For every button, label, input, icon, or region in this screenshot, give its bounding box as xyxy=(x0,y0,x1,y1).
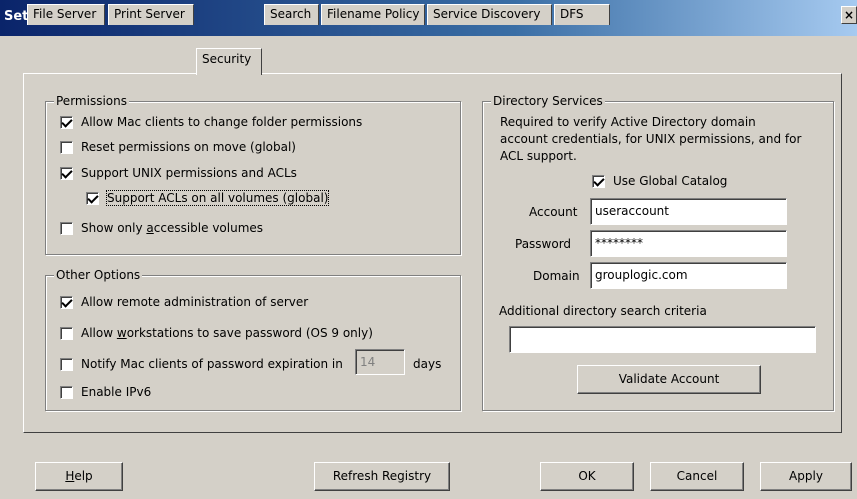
label-part: Allow xyxy=(81,326,117,340)
validate-account-button[interactable]: Validate Account xyxy=(577,365,761,394)
account-label: Account xyxy=(529,205,578,219)
save-password-label: Allow workstations to save password (OS … xyxy=(81,326,373,340)
tab-file-server[interactable]: File Server xyxy=(27,4,105,25)
checkbox-box[interactable] xyxy=(60,357,73,371)
tab-security[interactable]: Security xyxy=(196,48,262,75)
checkbox-box[interactable] xyxy=(60,385,73,399)
expiration-days-input[interactable]: 14 xyxy=(355,349,405,375)
checkbox-box[interactable] xyxy=(60,295,73,309)
checkbox-box[interactable] xyxy=(86,191,99,205)
support-unix-permissions-checkbox[interactable]: Support UNIX permissions and ACLs xyxy=(60,166,297,180)
allow-mac-change-permissions-checkbox[interactable]: Allow Mac clients to change folder permi… xyxy=(60,115,362,129)
allow-mac-change-permissions-label: Allow Mac clients to change folder permi… xyxy=(81,115,363,129)
checkbox-box[interactable] xyxy=(60,115,73,129)
ok-button[interactable]: OK xyxy=(540,462,634,491)
tab-filename-policy[interactable]: Filename Policy xyxy=(321,4,425,25)
support-acls-all-volumes-checkbox[interactable]: Support ACLs on all volumes (global) xyxy=(86,190,330,206)
directory-services-legend: Directory Services xyxy=(491,94,605,108)
enable-ipv6-checkbox[interactable]: Enable IPv6 xyxy=(60,385,151,399)
checkbox-box[interactable] xyxy=(60,326,73,340)
password-input[interactable]: ******** xyxy=(590,230,787,257)
checkbox-box[interactable] xyxy=(60,166,73,180)
notify-password-expiration-checkbox[interactable]: Notify Mac clients of password expiratio… xyxy=(60,357,343,371)
save-password-checkbox[interactable]: Allow workstations to save password (OS … xyxy=(60,326,373,340)
reset-permissions-on-move-label: Reset permissions on move (global) xyxy=(81,140,296,154)
checkbox-box[interactable] xyxy=(592,174,605,188)
tab-service-discovery[interactable]: Service Discovery xyxy=(427,4,552,25)
notify-password-expiration-label: Notify Mac clients of password expiratio… xyxy=(81,357,343,371)
enable-ipv6-label: Enable IPv6 xyxy=(81,385,152,399)
accelerator-key: w xyxy=(116,326,127,340)
remote-administration-label: Allow remote administration of server xyxy=(81,295,309,309)
close-button[interactable]: × xyxy=(841,6,857,24)
permissions-legend: Permissions xyxy=(54,94,129,108)
checkbox-box[interactable] xyxy=(60,221,73,235)
account-input[interactable]: useraccount xyxy=(590,198,787,225)
tab-search[interactable]: Search xyxy=(264,4,319,25)
button-label: elp xyxy=(74,469,93,483)
use-global-catalog-checkbox[interactable]: Use Global Catalog xyxy=(592,174,727,188)
days-label: days xyxy=(413,357,442,371)
apply-button[interactable]: Apply xyxy=(760,462,852,491)
refresh-registry-button[interactable]: Refresh Registry xyxy=(314,462,450,491)
label-part: orkstations to save password (OS 9 only) xyxy=(126,326,373,340)
settings-window: Settings × File Server Print Server Secu… xyxy=(0,0,857,499)
cancel-button[interactable]: Cancel xyxy=(650,462,744,491)
search-criteria-label: Additional directory search criteria xyxy=(499,304,707,318)
domain-input[interactable]: grouplogic.com xyxy=(590,262,787,289)
directory-services-description-line2: account credentials, for UNIX permission… xyxy=(500,132,802,146)
accelerator-key: H xyxy=(65,469,75,483)
tab-dfs[interactable]: DFS xyxy=(554,4,610,25)
tab-print-server[interactable]: Print Server xyxy=(108,4,194,25)
other-options-legend: Other Options xyxy=(54,268,143,282)
show-accessible-volumes-label: Show only accessible volumes xyxy=(81,221,263,235)
support-acls-all-volumes-label: Support ACLs on all volumes (global) xyxy=(105,190,330,206)
help-button[interactable]: Help xyxy=(35,462,123,491)
accelerator-key: a xyxy=(146,221,154,235)
remote-administration-checkbox[interactable]: Allow remote administration of server xyxy=(60,295,308,309)
support-unix-permissions-label: Support UNIX permissions and ACLs xyxy=(81,166,297,180)
reset-permissions-on-move-checkbox[interactable]: Reset permissions on move (global) xyxy=(60,140,296,154)
domain-label: Domain xyxy=(533,269,580,283)
use-global-catalog-label: Use Global Catalog xyxy=(613,174,728,188)
checkbox-box[interactable] xyxy=(60,140,73,154)
directory-services-description-line3: ACL support. xyxy=(500,149,577,163)
password-label: Password xyxy=(515,237,572,251)
label-part: ccessible volumes xyxy=(153,221,264,235)
directory-services-description-line1: Required to verify Active Directory doma… xyxy=(500,115,756,129)
show-accessible-volumes-checkbox[interactable]: Show only accessible volumes xyxy=(60,221,263,235)
label-part: Show only xyxy=(81,221,147,235)
search-criteria-input[interactable] xyxy=(509,326,816,353)
